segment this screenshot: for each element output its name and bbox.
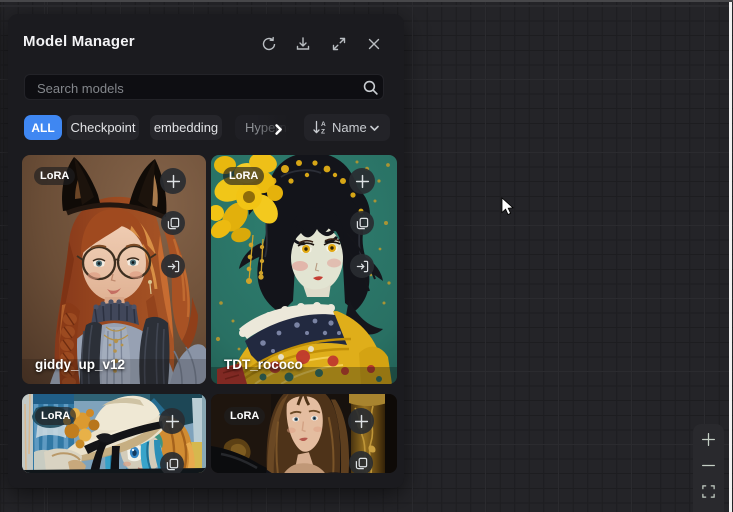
svg-text:Z: Z bbox=[321, 129, 325, 136]
svg-text:A: A bbox=[321, 121, 326, 128]
